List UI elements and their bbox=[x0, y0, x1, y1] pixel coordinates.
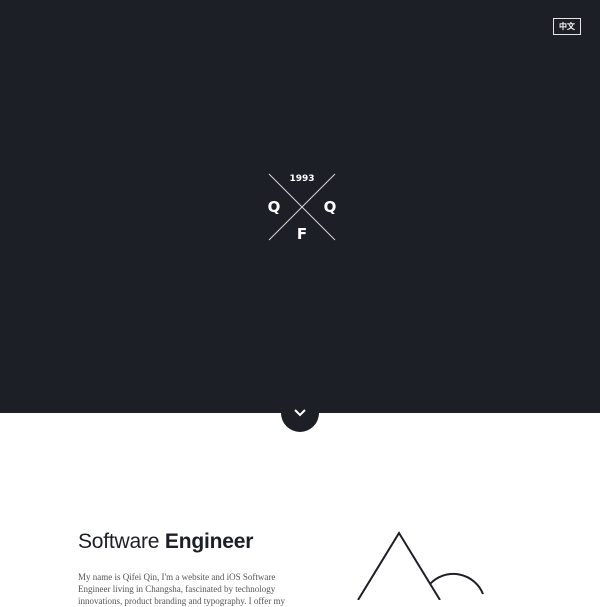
logo-letter-bottom: F bbox=[296, 225, 308, 243]
about-title-bold: Engineer bbox=[164, 530, 254, 553]
logo-letter-right: Q bbox=[323, 198, 337, 216]
scroll-down-button[interactable] bbox=[281, 394, 319, 432]
language-toggle-button[interactable]: 中文 bbox=[553, 18, 581, 35]
about-title-regular: Software bbox=[78, 530, 160, 553]
logo-year: 1993 bbox=[289, 174, 315, 184]
logo: 1993 Q Q F bbox=[267, 172, 337, 242]
triangle-circle-icon bbox=[357, 531, 484, 600]
about-paragraph: My name is Qifei Qin, I'm a website and … bbox=[78, 572, 285, 606]
logo-letter-left: Q bbox=[267, 198, 281, 216]
chevron-down-icon bbox=[294, 409, 306, 417]
about-title: Software Engineer bbox=[78, 530, 253, 554]
hero-section: 中文 1993 Q Q F bbox=[0, 0, 600, 413]
